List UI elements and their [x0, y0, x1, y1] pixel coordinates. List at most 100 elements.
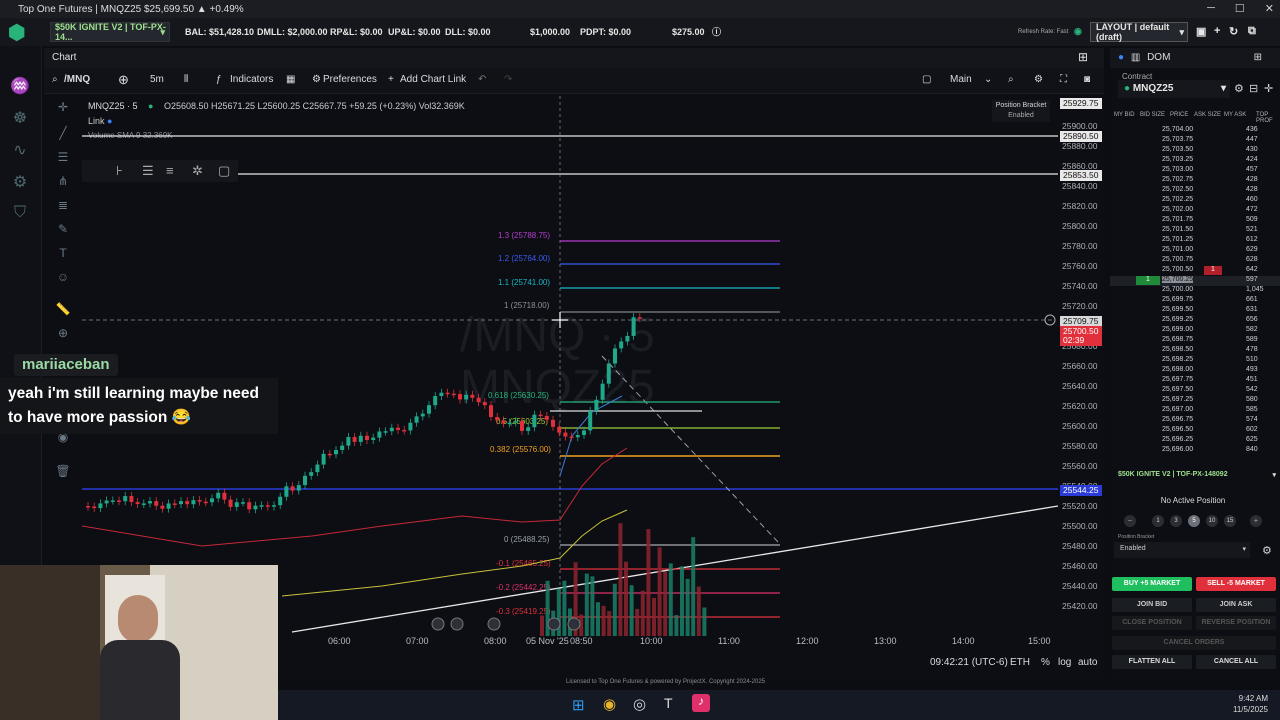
dom-row[interactable]: 25,700.25 597 1 [1110, 276, 1280, 286]
hlines-icon[interactable]: ☰ [54, 150, 72, 168]
dom-row[interactable]: 25,697.00 585 [1110, 406, 1280, 416]
account-select[interactable]: $50K IGNITE V2 | TOF-PX-14... ▾ [50, 22, 170, 42]
indicators-button[interactable]: Indicators [230, 74, 273, 85]
preferences-button[interactable]: Preferences [323, 74, 377, 85]
camera-icon[interactable]: ◙ [1084, 74, 1090, 85]
dom-account-select[interactable]: $50K IGNITE V2 | TOF-PX-148092 ▾ [1112, 468, 1278, 484]
my-ask-marker[interactable]: 1 [1204, 266, 1222, 275]
contract-select[interactable]: ● MNQZ25 ▾ [1118, 80, 1230, 98]
chrome-icon[interactable]: ◉ [603, 695, 616, 713]
settings-icon[interactable]: ⚙ [1034, 74, 1043, 85]
log-toggle[interactable]: log [1058, 657, 1071, 668]
percent-toggle[interactable]: % [1041, 657, 1050, 668]
trash-icon[interactable]: 🗑 [54, 464, 72, 482]
info-icon[interactable]: ⓘ [712, 25, 721, 38]
refresh-icon[interactable]: ↻ [1229, 25, 1238, 38]
qty-1[interactable]: 1 [1152, 515, 1164, 527]
dashed-projection[interactable] [601, 355, 779, 543]
reverse-position-button[interactable]: REVERSE POSITION [1196, 616, 1276, 630]
dom-row[interactable]: 25,704.00 436 [1110, 126, 1280, 136]
sell-market-button[interactable]: SELL -5 MARKET [1196, 577, 1276, 591]
shield-icon[interactable]: ⛉ [9, 204, 31, 226]
layout-box-icon[interactable]: ▢ [922, 74, 931, 85]
dom-row[interactable]: 25,701.25 612 [1110, 236, 1280, 246]
add-panel-icon[interactable]: ⊞ [1078, 50, 1088, 64]
interval-button[interactable]: 5m [150, 74, 164, 85]
dom-row[interactable]: 25,699.25 656 [1110, 316, 1280, 326]
zoom-in-icon[interactable]: ⊕ [54, 326, 72, 344]
dom-row[interactable]: 25,696.75 574 [1110, 416, 1280, 426]
dom-row[interactable]: 25,702.00 472 [1110, 206, 1280, 216]
gear-icon[interactable]: ⚙ [1234, 82, 1244, 95]
add-chart-link-button[interactable]: Add Chart Link [400, 74, 466, 85]
dom-row[interactable]: 25,701.50 521 [1110, 226, 1280, 236]
dom-row[interactable]: 25,702.50 428 [1110, 186, 1280, 196]
minimize-button[interactable]: ─ [1207, 2, 1215, 15]
text-icon[interactable]: T [54, 246, 72, 264]
trendline-icon[interactable]: ╱ [54, 126, 72, 144]
music-icon[interactable]: ♪ [692, 694, 710, 712]
redo-icon[interactable]: ↷ [504, 74, 512, 85]
dom-row[interactable]: 25,696.25 625 [1110, 436, 1280, 446]
dom-row[interactable]: 25,700.50 642 1 [1110, 266, 1280, 276]
dom-row[interactable]: 25,698.00 493 [1110, 366, 1280, 376]
dom-row[interactable]: 25,697.25 580 [1110, 396, 1280, 406]
qty-3[interactable]: 3 [1170, 515, 1182, 527]
dom-row[interactable]: 25,703.25 424 [1110, 156, 1280, 166]
dom-row[interactable]: 25,703.50 430 [1110, 146, 1280, 156]
layout-select[interactable]: LAYOUT | default (draft) ▾ [1090, 22, 1188, 42]
zoom-icon[interactable]: ⌕ [1008, 74, 1014, 85]
qty-decrease-button[interactable]: − [1124, 515, 1136, 527]
app-logo[interactable]: ⬢ [8, 20, 34, 44]
maximize-button[interactable]: ☐ [1235, 2, 1245, 15]
dom-row[interactable]: 25,702.75 428 [1110, 176, 1280, 186]
flatten-all-button[interactable]: FLATTEN ALL [1112, 655, 1192, 669]
save-icon[interactable]: ▣ [1196, 25, 1206, 38]
add-panel-icon[interactable]: ⊞ [1254, 52, 1262, 63]
undo-icon[interactable]: ↶ [478, 74, 486, 85]
dom-row[interactable]: 25,696.00 840 [1110, 446, 1280, 456]
cancel-all-button[interactable]: CANCEL ALL [1196, 655, 1276, 669]
buy-market-button[interactable]: BUY +5 MARKET [1112, 577, 1192, 591]
gear-icon[interactable]: ⚙ [9, 172, 31, 194]
dom-row[interactable]: 25,703.75 447 [1110, 136, 1280, 146]
dom-row[interactable]: 25,699.50 631 [1110, 306, 1280, 316]
pitchfork-icon[interactable]: ⋔ [54, 174, 72, 192]
dom-row[interactable]: 25,700.75 628 [1110, 256, 1280, 266]
add-symbol-icon[interactable]: ⊕ [118, 72, 129, 88]
dom-row[interactable]: 25,697.50 542 [1110, 386, 1280, 396]
dom-layout-toggle[interactable]: ⊟ [1249, 82, 1258, 95]
qty-10[interactable]: 10 [1206, 515, 1218, 527]
main-pane-select[interactable]: Main [950, 74, 972, 85]
dom-row[interactable]: 25,696.50 602 [1110, 426, 1280, 436]
pulse-icon[interactable]: ∿ [9, 140, 31, 162]
ruler-icon[interactable]: 📏 [54, 302, 72, 320]
gear-icon[interactable]: ⚙ [1262, 544, 1272, 557]
search-icon[interactable]: ⌕ [52, 74, 58, 85]
join-bid-button[interactable]: JOIN BID [1112, 598, 1192, 612]
dom-row[interactable]: 25,697.75 451 [1110, 376, 1280, 386]
dom-row[interactable]: 25,702.25 460 [1110, 196, 1280, 206]
emoji-icon[interactable]: ☺ [54, 270, 72, 288]
app-icon[interactable]: T [664, 695, 673, 711]
auto-toggle[interactable]: auto [1078, 657, 1097, 668]
dom-row[interactable]: 25,700.00 1,045 [1110, 286, 1280, 296]
dom-ladder[interactable]: 25,704.00 436 25,703.75 447 25,703.50 430 25,7… [1110, 126, 1280, 460]
templates-icon[interactable]: ▦ [286, 74, 295, 85]
add-layout-icon[interactable]: + [1214, 25, 1220, 37]
obs-icon[interactable]: ◎ [633, 695, 646, 713]
my-bid-marker[interactable]: 1 [1136, 276, 1160, 285]
trade-icon[interactable]: ♒ [9, 76, 31, 98]
fullscreen-icon[interactable]: ⛶ [1060, 74, 1067, 85]
fib-icon[interactable]: ≣ [54, 198, 72, 216]
qty-15[interactable]: 15 [1224, 515, 1236, 527]
dom-row[interactable]: 25,699.75 661 [1110, 296, 1280, 306]
cancel-orders-button[interactable]: CANCEL ORDERS [1112, 636, 1276, 650]
close-button[interactable]: ✕ [1265, 2, 1274, 15]
windows-start-icon[interactable]: ⊞ [572, 696, 585, 714]
dom-row[interactable]: 25,701.00 629 [1110, 246, 1280, 256]
symbol-search[interactable]: /MNQ [64, 74, 90, 85]
join-ask-button[interactable]: JOIN ASK [1196, 598, 1276, 612]
bracket-select[interactable]: Enabled ▾ [1114, 542, 1250, 558]
qty-5[interactable]: 5 [1188, 515, 1200, 527]
